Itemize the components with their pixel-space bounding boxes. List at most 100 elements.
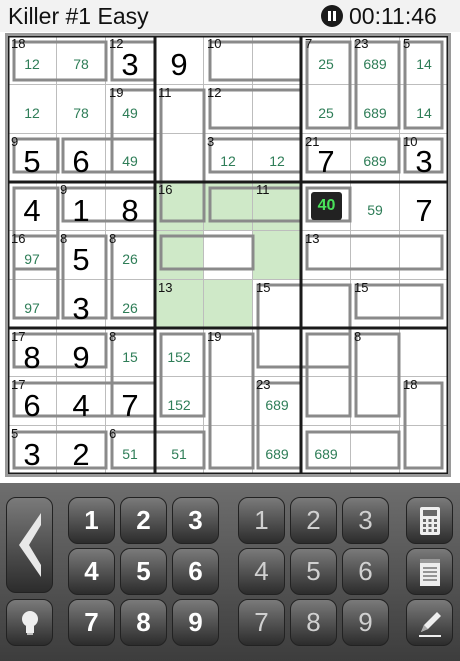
cell-r5c1[interactable]: 16 97: [8, 231, 56, 279]
cell-r2c7[interactable]: 25: [302, 84, 350, 133]
candidate-key-6[interactable]: 6: [342, 548, 389, 595]
number-key-6[interactable]: 6: [172, 548, 219, 595]
cell-r5c4[interactable]: [155, 231, 203, 279]
cell-r1c1[interactable]: 18 12: [8, 36, 56, 84]
pencil-button[interactable]: [406, 599, 453, 646]
cell-r7c7[interactable]: [302, 328, 350, 377]
cell-r6c6[interactable]: 15: [253, 279, 301, 328]
cell-r8c8[interactable]: [351, 377, 399, 426]
cell-r4c9[interactable]: 7: [400, 182, 448, 231]
cell-r3c1[interactable]: 95: [8, 133, 56, 182]
cell-r2c3[interactable]: 19 49: [106, 84, 154, 133]
cell-r8c7[interactable]: [302, 377, 350, 426]
cell-r7c5[interactable]: 19: [204, 328, 252, 377]
cell-r9c7[interactable]: 689: [302, 426, 350, 474]
cell-r3c8[interactable]: 689: [351, 133, 399, 182]
cell-r8c4[interactable]: 152: [155, 377, 203, 426]
cell-r1c8[interactable]: 23 689: [351, 36, 399, 84]
cell-r8c2[interactable]: 4: [57, 377, 105, 426]
number-key-9[interactable]: 9: [172, 599, 219, 646]
cell-r5c5[interactable]: [204, 231, 252, 279]
cell-r1c5[interactable]: 10: [204, 36, 252, 84]
candidate-key-7[interactable]: 7: [238, 599, 285, 646]
cell-r4c3[interactable]: 8: [106, 182, 154, 231]
cell-r9c3[interactable]: 6 51: [106, 426, 154, 474]
cell-r1c4[interactable]: 9: [155, 36, 203, 84]
number-key-3[interactable]: 3: [172, 497, 219, 544]
candidate-key-4[interactable]: 4: [238, 548, 285, 595]
cell-r8c5[interactable]: [204, 377, 252, 426]
cell-r2c5[interactable]: 12: [204, 84, 252, 133]
notes-button[interactable]: [406, 548, 453, 595]
cell-r7c8[interactable]: 8: [351, 328, 399, 377]
cell-r3c7[interactable]: 21 7: [302, 133, 350, 182]
cell-r6c4[interactable]: 13: [155, 279, 203, 328]
cell-r6c9[interactable]: [400, 279, 448, 328]
cell-r9c6[interactable]: 689: [253, 426, 301, 474]
pause-icon[interactable]: [321, 5, 343, 27]
cell-r6c1[interactable]: 97: [8, 279, 56, 328]
cell-r2c4[interactable]: 11: [155, 84, 203, 133]
candidate-key-9[interactable]: 9: [342, 599, 389, 646]
cell-r2c2[interactable]: 78: [57, 84, 105, 133]
cell-r5c6[interactable]: [253, 231, 301, 279]
cell-r8c1[interactable]: 17 6: [8, 377, 56, 426]
cell-r5c2[interactable]: 85: [57, 231, 105, 279]
cell-r9c4[interactable]: 51: [155, 426, 203, 474]
cell-r4c6[interactable]: 11: [253, 182, 301, 231]
candidate-key-3[interactable]: 3: [342, 497, 389, 544]
cell-r7c2[interactable]: 9: [57, 328, 105, 377]
cell-r9c5[interactable]: [204, 426, 252, 474]
cell-r4c1[interactable]: 4: [8, 182, 56, 231]
cell-r6c5[interactable]: [204, 279, 252, 328]
cell-r9c8[interactable]: [351, 426, 399, 474]
number-key-7[interactable]: 7: [68, 599, 115, 646]
cell-r8c3[interactable]: 7: [106, 377, 154, 426]
cell-r6c7[interactable]: [302, 279, 350, 328]
cell-r3c3[interactable]: 49: [106, 133, 154, 182]
calculator-button[interactable]: [406, 497, 453, 544]
cell-r4c2[interactable]: 91: [57, 182, 105, 231]
cell-r7c3[interactable]: 8 15: [106, 328, 154, 377]
candidate-key-2[interactable]: 2: [290, 497, 337, 544]
cell-r4c8[interactable]: 59: [351, 182, 399, 231]
cell-r9c2[interactable]: 2: [57, 426, 105, 474]
cell-r5c3[interactable]: 8 26: [106, 231, 154, 279]
cell-r1c9[interactable]: 5 14: [400, 36, 448, 84]
cell-r2c1[interactable]: 12: [8, 84, 56, 133]
cell-r9c1[interactable]: 53: [8, 426, 56, 474]
cell-r5c7[interactable]: 13: [302, 231, 350, 279]
cell-r3c6[interactable]: 12: [253, 133, 301, 182]
cell-r3c9[interactable]: 10 3: [400, 133, 448, 182]
cell-r7c6[interactable]: [253, 328, 301, 377]
cell-r7c4[interactable]: 152: [155, 328, 203, 377]
cell-r8c6[interactable]: 23 689: [253, 377, 301, 426]
candidate-key-5[interactable]: 5: [290, 548, 337, 595]
back-button[interactable]: [6, 497, 53, 593]
cell-r7c1[interactable]: 17 8: [8, 328, 56, 377]
cell-r8c9[interactable]: 18: [400, 377, 448, 426]
cell-r5c9[interactable]: [400, 231, 448, 279]
cell-r6c3[interactable]: 26: [106, 279, 154, 328]
cell-r6c8[interactable]: 15: [351, 279, 399, 328]
cell-r3c4[interactable]: [155, 133, 203, 182]
cell-r1c3[interactable]: 12 3: [106, 36, 154, 84]
number-key-5[interactable]: 5: [120, 548, 167, 595]
cell-r2c8[interactable]: 689: [351, 84, 399, 133]
cell-r2c9[interactable]: 14: [400, 84, 448, 133]
cell-r1c6[interactable]: [253, 36, 301, 84]
cell-r7c9[interactable]: [400, 328, 448, 377]
cell-r6c2[interactable]: 3: [57, 279, 105, 328]
cell-r9c9[interactable]: [400, 426, 448, 474]
number-key-8[interactable]: 8: [120, 599, 167, 646]
cell-r4c4[interactable]: 16: [155, 182, 203, 231]
hint-button[interactable]: [6, 599, 53, 646]
number-key-1[interactable]: 1: [68, 497, 115, 544]
cell-r2c6[interactable]: [253, 84, 301, 133]
cell-r1c7[interactable]: 7 25: [302, 36, 350, 84]
candidate-key-8[interactable]: 8: [290, 599, 337, 646]
cell-r3c2[interactable]: 6: [57, 133, 105, 182]
cell-r3c5[interactable]: 3 12: [204, 133, 252, 182]
candidate-key-1[interactable]: 1: [238, 497, 285, 544]
number-key-2[interactable]: 2: [120, 497, 167, 544]
